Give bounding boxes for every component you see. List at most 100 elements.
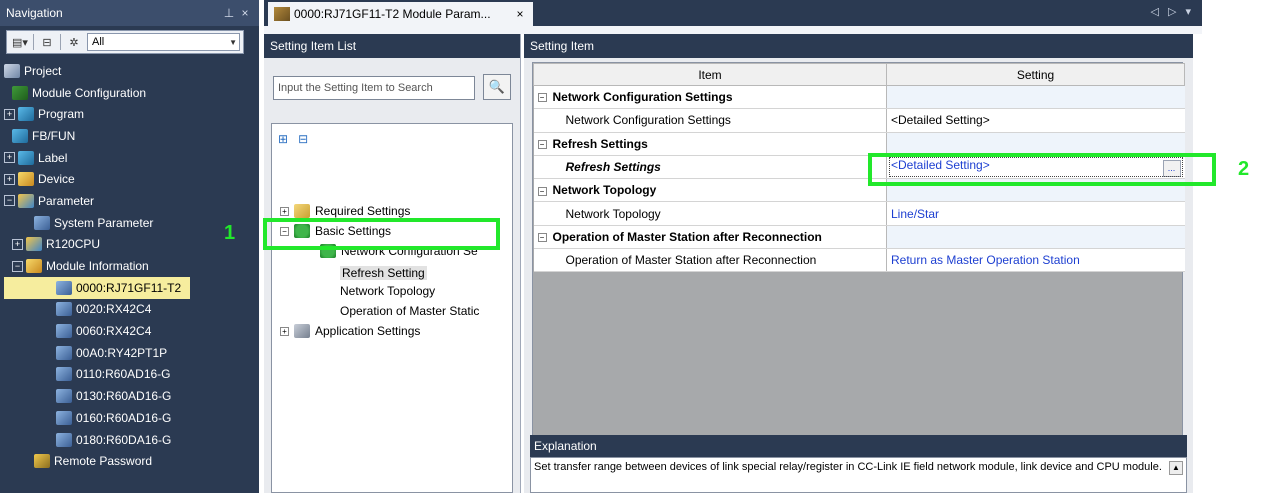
column-header-setting[interactable]: Setting — [886, 63, 1185, 86]
nav-tree-item[interactable]: FB/FUN — [0, 125, 259, 147]
collapse-icon[interactable]: − — [537, 233, 547, 243]
module-icon — [56, 324, 72, 339]
nav-tree-item[interactable]: 0000:RJ71GF11-T2 — [4, 276, 190, 299]
module-icon — [56, 410, 72, 425]
collapse-tree-icon[interactable]: ⊟ — [37, 33, 57, 51]
cpu-icon — [26, 237, 42, 252]
expand-all-icon[interactable]: ⊞ — [278, 132, 288, 146]
nav-tree-item[interactable]: + Device — [0, 168, 259, 190]
nav-tree-item-label: 0160:R60AD16-G — [76, 410, 172, 425]
item-label: Network Configuration Settings — [565, 113, 731, 128]
navigation-filter-value: All — [92, 36, 105, 48]
nav-tree-item-label: Device — [38, 172, 75, 187]
nav-tree-item[interactable]: 0160:R60AD16-G — [0, 407, 259, 429]
gear-icon[interactable]: ✲ — [64, 33, 84, 51]
folder-icon — [294, 204, 310, 218]
tab-strip: 0000:RJ71GF11-T2 Module Param... × ◁ ▷ ▾ — [264, 0, 1202, 26]
setting-row[interactable]: Network Topology Line/Star — [533, 201, 1185, 226]
setting-row[interactable]: Network Configuration Settings <Detailed … — [533, 108, 1185, 133]
navigation-filter-select[interactable]: All ▼ — [87, 33, 240, 51]
tree-view-icon[interactable]: ▤▾ — [10, 33, 30, 51]
nav-tree-item[interactable]: + R120CPU — [0, 234, 259, 256]
expand-icon[interactable]: + — [280, 206, 289, 216]
nav-tree-item-label: Project — [24, 63, 62, 78]
tab-underline — [264, 26, 1202, 34]
setting-cell[interactable]: <Detailed Setting> — [886, 108, 1185, 133]
expand-icon[interactable]: + — [4, 173, 15, 185]
setting-search-input[interactable]: Input the Setting Item to Search — [273, 76, 475, 100]
category-row[interactable]: − Refresh Settings — [533, 132, 1185, 156]
setting-cell[interactable] — [886, 85, 1185, 110]
setting-cell[interactable]: Return as Master Operation Station — [886, 248, 1185, 273]
collapse-icon[interactable]: − — [537, 186, 547, 196]
item-cell[interactable]: − Refresh Settings — [533, 132, 887, 156]
setting-tree-item[interactable]: + Application Settings — [280, 321, 420, 341]
tab-module-parameter[interactable]: 0000:RJ71GF11-T2 Module Param... × — [268, 2, 533, 26]
setting-cell[interactable] — [886, 225, 1185, 250]
setting-cell[interactable]: Line/Star — [886, 201, 1185, 226]
collapse-all-icon[interactable]: ⊟ — [298, 132, 308, 146]
toolbar-separator — [33, 34, 34, 50]
expand-icon[interactable]: + — [4, 152, 15, 164]
item-cell[interactable]: − Operation of Master Station after Recon… — [533, 225, 887, 250]
navigation-title-bar: Navigation ⊥ × — [0, 0, 259, 26]
nav-tree-item[interactable]: + Label — [0, 147, 259, 169]
setting-item-title: Setting Item — [524, 34, 1193, 58]
setting-tree-item[interactable]: Refresh Setting — [340, 263, 427, 283]
setting-tree-item[interactable]: Network Topology — [340, 281, 435, 301]
close-icon[interactable]: × — [513, 7, 527, 21]
category-row[interactable]: − Network Configuration Settings — [533, 85, 1185, 110]
program-icon — [18, 107, 34, 122]
item-cell[interactable]: Network Configuration Settings — [533, 108, 887, 133]
table-header-row: Item Setting — [533, 63, 1185, 86]
item-cell[interactable]: − Network Topology — [533, 178, 887, 203]
nav-tree-item-label: Parameter — [38, 193, 95, 208]
nav-tree-item[interactable]: Remote Password — [0, 450, 259, 472]
nav-tree-item[interactable]: 0180:R60DA16-G — [0, 429, 259, 451]
tab-navigation-arrows[interactable]: ◁ ▷ ▾ — [1150, 5, 1194, 18]
category-row[interactable]: − Operation of Master Station after Recon… — [533, 225, 1185, 250]
setting-tree-item[interactable]: Operation of Master Static — [340, 301, 479, 321]
expand-icon[interactable]: + — [280, 326, 289, 336]
pin-icon[interactable]: ⊥ — [221, 6, 237, 20]
annotation-number-2: 2 — [1238, 158, 1250, 180]
collapse-icon[interactable]: − — [4, 195, 15, 207]
explanation-text-box: Set transfer range between devices of li… — [530, 457, 1187, 493]
expand-icon[interactable]: + — [4, 108, 15, 120]
highlight-box-2 — [868, 153, 1216, 186]
fb-fun-icon — [12, 128, 28, 143]
binoculars-icon[interactable]: 🔍 — [483, 74, 511, 100]
nav-tree-item[interactable]: 0110:R60AD16-G — [0, 364, 259, 386]
nav-tree-item[interactable]: Project — [0, 60, 259, 82]
setting-tree-item-label: Application Settings — [315, 324, 421, 338]
item-cell[interactable]: Network Topology — [533, 201, 887, 226]
close-icon[interactable]: × — [237, 6, 253, 20]
nav-tree-item[interactable]: + Program — [0, 103, 259, 125]
system-parameter-icon — [34, 215, 50, 230]
scroll-up-icon[interactable]: ▲ — [1169, 461, 1183, 475]
nav-tree-item[interactable]: Module Configuration — [0, 82, 259, 104]
setting-value: Return as Master Operation Station — [891, 253, 1080, 268]
item-cell[interactable]: Operation of Master Station after Reconn… — [533, 248, 887, 273]
nav-tree-item[interactable]: 0060:RX42C4 — [0, 320, 259, 342]
item-cell[interactable]: Refresh Settings — [533, 155, 887, 180]
item-cell[interactable]: − Network Configuration Settings — [533, 85, 887, 110]
tab-label: 0000:RJ71GF11-T2 Module Param... — [294, 7, 491, 21]
nav-tree-item[interactable]: − Parameter — [0, 190, 259, 212]
nav-tree-item[interactable]: − Module Information — [0, 255, 259, 277]
item-label: Refresh Settings — [552, 136, 648, 151]
collapse-icon[interactable]: − — [12, 260, 23, 272]
collapse-icon[interactable]: − — [537, 93, 547, 103]
setting-cell[interactable] — [886, 132, 1185, 156]
column-header-item[interactable]: Item — [533, 63, 887, 86]
nav-tree-item[interactable]: System Parameter — [0, 212, 259, 234]
nav-tree-item[interactable]: 0130:R60AD16-G — [0, 385, 259, 407]
nav-tree-item[interactable]: 0020:RX42C4 — [0, 299, 259, 321]
module-config-icon — [12, 85, 28, 100]
setting-row[interactable]: Operation of Master Station after Reconn… — [533, 248, 1185, 273]
nav-tree-item[interactable]: 00A0:RY42PT1P — [0, 342, 259, 364]
navigation-title: Navigation — [6, 6, 63, 20]
item-label: Network Configuration Settings — [552, 90, 733, 105]
expand-icon[interactable]: + — [12, 238, 23, 250]
collapse-icon[interactable]: − — [537, 140, 547, 150]
